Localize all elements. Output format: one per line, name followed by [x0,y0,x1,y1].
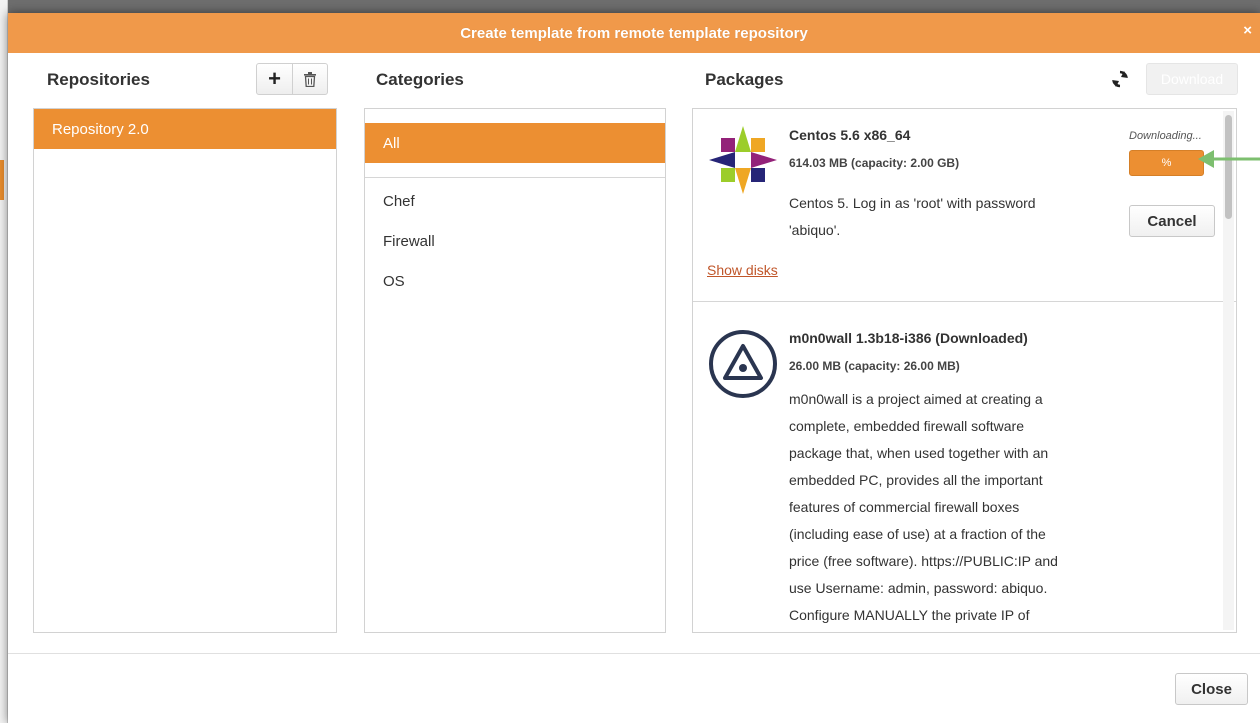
create-template-dialog: Create template from remote template rep… [8,13,1260,723]
description-line: use Username: admin, password: abiquo. [789,580,1048,596]
category-item-os[interactable]: OS [365,262,665,302]
description-line: m0n0wall is a project aimed at creating … [789,391,1043,407]
package-description: Centos 5. Log in as 'root' with password… [789,190,1036,244]
refresh-icon[interactable] [1110,69,1130,89]
categories-header: Categories [376,70,464,89]
packages-header: Packages [705,70,784,89]
package-item: Centos 5.6 x86_64 614.03 MB (capacity: 2… [693,109,1236,301]
cancel-download-button[interactable]: Cancel [1129,205,1215,237]
category-item-firewall[interactable]: Firewall [365,222,665,262]
repository-item-label: Repository 2.0 [52,120,149,138]
plus-icon: + [268,66,281,91]
centos-logo-icon [709,126,777,194]
description-line: Configure MANUALLY the private IP of [789,607,1030,623]
description-line: price (free software). https://PUBLIC:IP… [789,553,1058,569]
dialog-titlebar: Create template from remote template rep… [8,13,1260,53]
description-line: complete, embedded firewall software [789,418,1025,434]
download-button[interactable]: Download [1146,63,1238,95]
repositories-list: Repository 2.0 [33,108,337,633]
packages-list: Centos 5.6 x86_64 614.03 MB (capacity: 2… [692,108,1237,633]
repository-item[interactable]: Repository 2.0 [34,109,336,149]
background-app [0,0,8,723]
add-repository-button[interactable]: + [257,64,292,94]
category-item-chef[interactable]: Chef [365,182,665,222]
package-size: 26.00 MB (capacity: 26.00 MB) [789,359,960,373]
download-progress-bar: % [1129,150,1204,176]
description-line: 'abiquo'. [789,222,841,238]
description-line: (including ease of use) at a fraction of… [789,526,1046,542]
package-name: m0n0wall 1.3b18-i386 (Downloaded) [789,330,1028,346]
background-accent [0,160,4,200]
package-item: m0n0wall 1.3b18-i386 (Downloaded) 26.00 … [693,302,1236,632]
description-line: embedded PC, provides all the important [789,472,1043,488]
description-line: features of commercial firewall boxes [789,499,1020,515]
package-name: Centos 5.6 x86_64 [789,127,911,143]
package-size: 614.03 MB (capacity: 2.00 GB) [789,156,960,170]
category-divider [365,177,665,178]
trash-icon [304,71,316,87]
m0n0wall-logo-icon [709,330,777,398]
annotation-arrow-icon [1198,150,1260,168]
dialog-title: Create template from remote template rep… [460,24,808,42]
footer-divider [8,653,1260,654]
show-disks-link[interactable]: Show disks [707,262,778,278]
download-status: Downloading... [1129,130,1202,142]
category-item-all[interactable]: All [365,123,665,163]
repository-actions: + [256,63,328,95]
close-icon[interactable]: × [1243,22,1252,39]
category-item-label: All [383,134,400,152]
close-button[interactable]: Close [1175,673,1248,705]
description-line: Centos 5. Log in as 'root' with password [789,195,1036,211]
delete-repository-button[interactable] [292,64,327,94]
description-line: package that, when used together with an [789,445,1049,461]
package-description: m0n0wall is a project aimed at creating … [789,386,1058,629]
categories-list: All Chef Firewall OS [364,108,666,633]
repositories-header: Repositories [47,70,150,89]
